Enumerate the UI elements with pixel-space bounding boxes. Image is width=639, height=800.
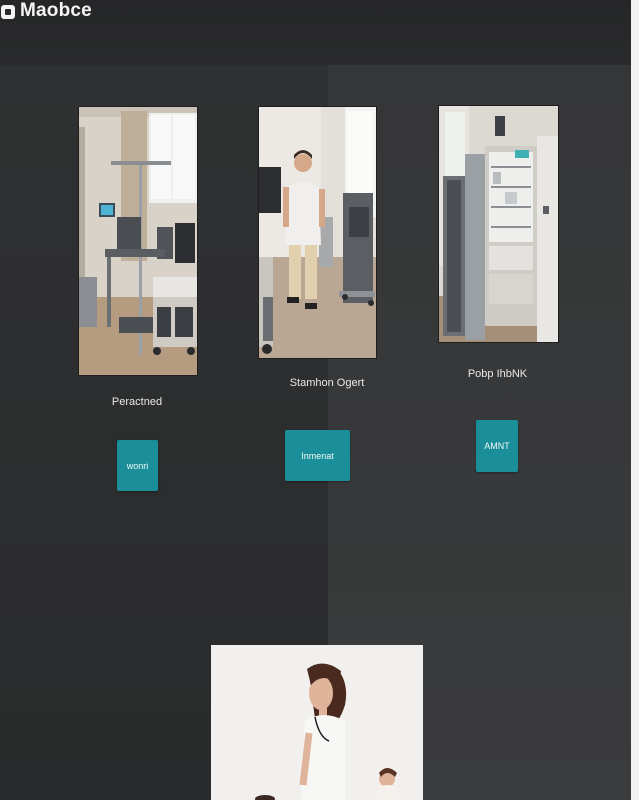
card-title: Pobp IhbNK	[467, 368, 528, 380]
card-action-button[interactable]: wonri	[117, 440, 158, 491]
window-edge	[631, 0, 639, 800]
card-image-medical-cabinet[interactable]	[438, 105, 559, 343]
logo-icon[interactable]	[0, 2, 18, 20]
card-action-button[interactable]: Inmenat	[285, 430, 350, 481]
card-image-hospital-room[interactable]	[78, 106, 198, 376]
logo-text[interactable]: Maobce	[20, 0, 92, 22]
card-action-button[interactable]: AMNT	[476, 420, 518, 472]
card-image-nurse-walking[interactable]	[258, 106, 377, 359]
featured-image-nurse-profile[interactable]	[211, 645, 423, 800]
top-header: Maobce	[0, 0, 631, 65]
card-title: Peractned	[111, 396, 163, 408]
card-title: Stamhon Ogert	[289, 377, 365, 389]
